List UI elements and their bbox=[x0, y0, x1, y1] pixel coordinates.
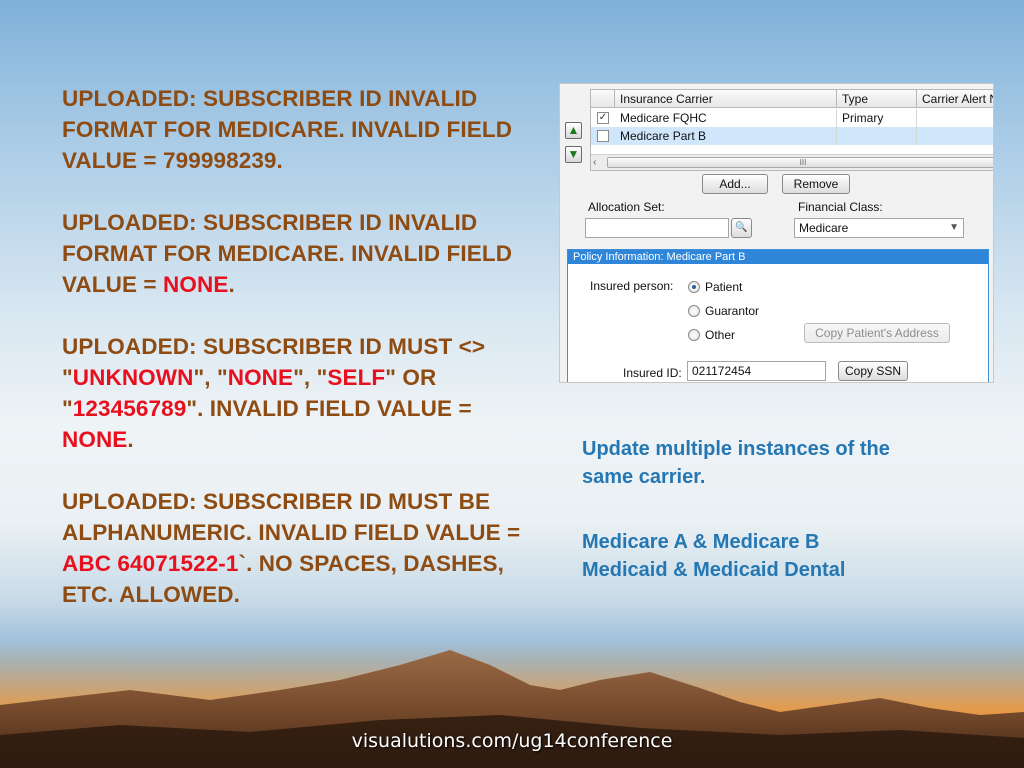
grid-col-carrier[interactable]: Insurance Carrier bbox=[615, 90, 837, 108]
copy-ssn-button[interactable]: Copy SSN bbox=[838, 361, 908, 381]
allocation-set-input[interactable] bbox=[585, 218, 729, 238]
insurance-carrier-grid: Insurance Carrier Type Carrier Alert N ✓… bbox=[590, 89, 993, 171]
insured-id-label: Insured ID: bbox=[623, 366, 682, 380]
error-text: UPLOADED: SUBSCRIBER ID INVALID FORMAT F… bbox=[62, 86, 513, 173]
row-type bbox=[837, 127, 917, 145]
error-text: . bbox=[127, 427, 134, 452]
note-line: Medicare A & Medicare B bbox=[582, 531, 820, 553]
error-message: UPLOADED: SUBSCRIBER ID MUST <> "UNKNOWN… bbox=[62, 331, 522, 455]
error-highlight: NONE bbox=[62, 427, 128, 452]
chevron-down-icon: ▼ bbox=[949, 222, 959, 233]
error-highlight: ABC 64071522-1 bbox=[62, 551, 239, 576]
financial-class-label: Financial Class: bbox=[798, 200, 883, 214]
table-row[interactable]: ✓ Medicare FQHC Primary bbox=[591, 109, 993, 127]
note-line: Medicaid & Medicaid Dental bbox=[582, 558, 846, 581]
grid-col-type[interactable]: Type bbox=[837, 90, 917, 108]
row-alert bbox=[917, 109, 993, 127]
error-text: UPLOADED: SUBSCRIBER ID MUST BE ALPHANUM… bbox=[62, 489, 521, 545]
remove-button[interactable]: Remove bbox=[782, 174, 850, 194]
error-highlight: NONE bbox=[227, 365, 294, 390]
horizontal-scrollbar[interactable]: ‹ III bbox=[591, 154, 993, 171]
error-message: UPLOADED: SUBSCRIBER ID MUST BE ALPHANUM… bbox=[62, 486, 522, 610]
error-highlight: NONE bbox=[163, 272, 229, 297]
footer-url: visualutions.com/ug14conference bbox=[351, 730, 673, 752]
error-text: ". INVALID FIELD VALUE = bbox=[186, 396, 472, 421]
radio-patient[interactable] bbox=[688, 281, 700, 293]
radio-other-label: Other bbox=[705, 328, 736, 342]
move-down-icon[interactable]: ▼ bbox=[565, 146, 582, 163]
scrollbar-thumb[interactable]: III bbox=[607, 157, 993, 168]
error-text: . bbox=[228, 272, 235, 297]
radio-guarantor[interactable] bbox=[688, 305, 700, 317]
policy-title: Policy Information: Medicare Part B bbox=[568, 250, 988, 264]
error-messages: UPLOADED: SUBSCRIBER ID INVALID FORMAT F… bbox=[62, 83, 522, 641]
insured-person-label: Insured person: bbox=[590, 279, 674, 293]
radio-guarantor-label: Guarantor bbox=[705, 304, 760, 318]
grid-header: Insurance Carrier Type Carrier Alert N bbox=[591, 90, 993, 108]
note-update-instances: Update multiple instances of the same ca… bbox=[582, 436, 890, 491]
error-text: UPLOADED: SUBSCRIBER ID INVALID FORMAT F… bbox=[62, 210, 513, 297]
error-highlight: UNKNOWN bbox=[72, 365, 194, 390]
error-message: UPLOADED: SUBSCRIBER ID INVALID FORMAT F… bbox=[62, 83, 522, 176]
row-carrier: Medicare Part B bbox=[615, 127, 837, 145]
row-alert bbox=[917, 127, 993, 145]
allocation-set-label: Allocation Set: bbox=[588, 200, 665, 214]
note-carrier-pairs: Medicare A & Medicare B Medicaid & Medic… bbox=[582, 529, 845, 584]
error-message: UPLOADED: SUBSCRIBER ID INVALID FORMAT F… bbox=[62, 207, 522, 300]
radio-patient-label: Patient bbox=[705, 280, 743, 294]
insurance-ui-screenshot: ▲ ▼ Insurance Carrier Type Carrier Alert… bbox=[559, 83, 994, 383]
note-line: Update multiple instances of the bbox=[582, 438, 890, 460]
grid-col-check bbox=[591, 90, 615, 108]
radio-other[interactable] bbox=[688, 329, 700, 341]
error-text: ", " bbox=[193, 365, 228, 390]
financial-class-value: Medicare bbox=[799, 221, 849, 235]
error-highlight: 123456789 bbox=[72, 396, 187, 421]
note-line: same carrier. bbox=[582, 465, 706, 488]
copy-patients-address-button[interactable]: Copy Patient's Address bbox=[804, 323, 950, 343]
binoculars-search-icon[interactable]: 🔍 bbox=[731, 218, 752, 238]
policy-information-panel: Policy Information: Medicare Part B Insu… bbox=[567, 249, 989, 382]
table-row[interactable]: Medicare Part B bbox=[591, 127, 993, 145]
row-carrier: Medicare FQHC bbox=[615, 109, 837, 127]
move-up-icon[interactable]: ▲ bbox=[565, 122, 582, 139]
financial-class-select[interactable]: Medicare ▼ bbox=[794, 218, 964, 238]
add-button[interactable]: Add... bbox=[702, 174, 768, 194]
row-checkbox[interactable] bbox=[597, 130, 609, 142]
row-type: Primary bbox=[837, 109, 917, 127]
scroll-left-icon[interactable]: ‹ bbox=[593, 155, 596, 171]
error-highlight: SELF bbox=[327, 365, 386, 390]
row-checkbox[interactable]: ✓ bbox=[597, 112, 609, 124]
error-text: ", " bbox=[293, 365, 328, 390]
grid-col-alert[interactable]: Carrier Alert N bbox=[917, 90, 993, 108]
insured-id-input[interactable]: 021172454 bbox=[687, 361, 826, 381]
